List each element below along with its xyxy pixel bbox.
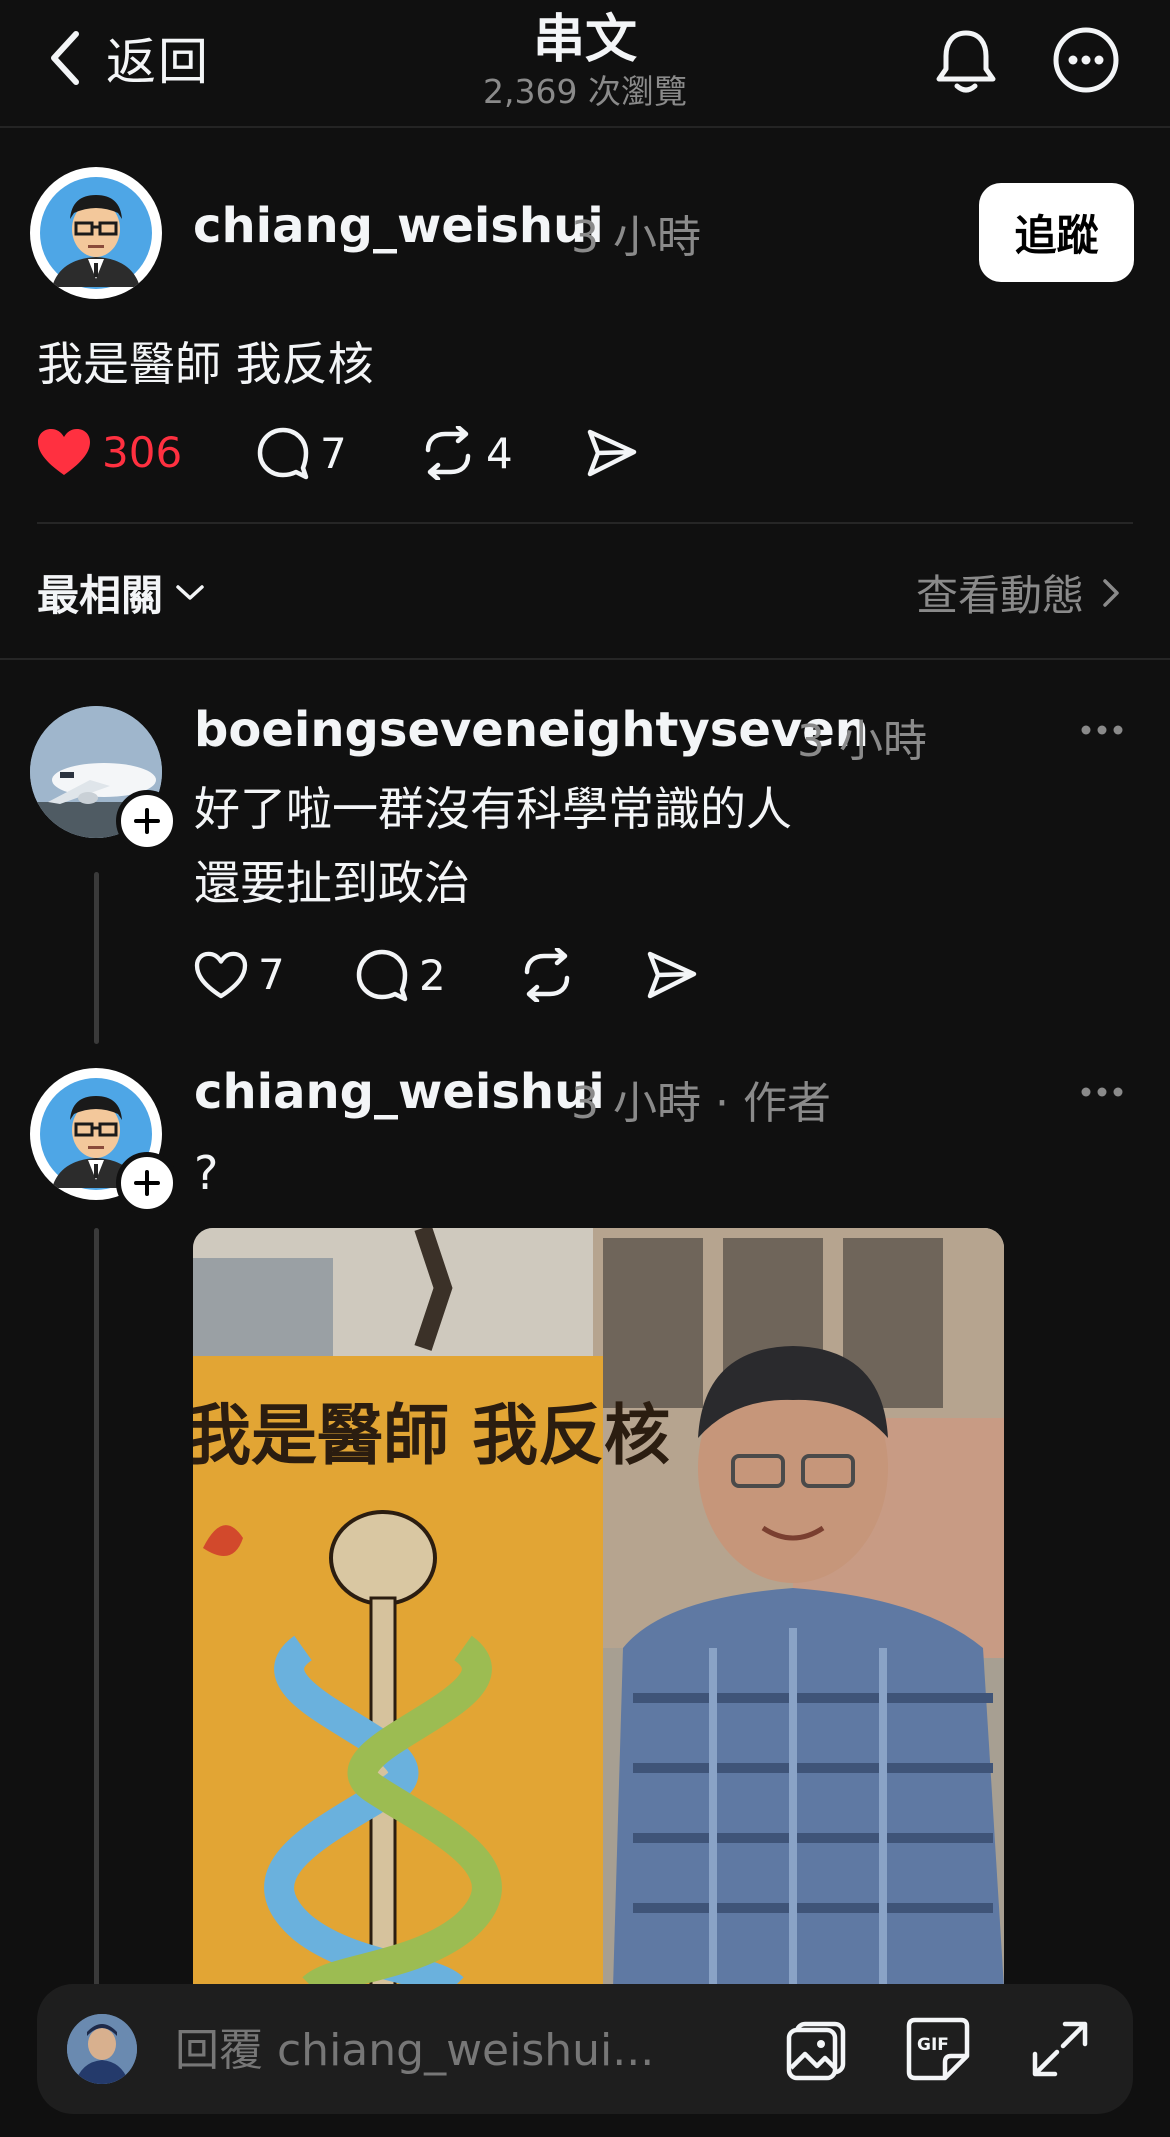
reply-time: 3 小時 — [571, 1078, 701, 1129]
like-count: 7 — [258, 950, 285, 999]
heart-icon — [38, 429, 90, 475]
share-icon — [587, 429, 637, 477]
repost-icon — [425, 426, 471, 480]
post-time: 3 小時 — [571, 212, 701, 263]
comment-icon — [257, 427, 309, 480]
top-bar: 返回 串文 2,369 次瀏覽 — [0, 0, 1170, 128]
repost-button[interactable] — [519, 948, 575, 1002]
sort-label: 最相關 — [37, 571, 164, 620]
sign-text: 我是醫師 我反核 — [193, 1397, 670, 1474]
reply-text-line: 好了啦一群沒有科學常識的人 — [194, 782, 792, 836]
more-dots-icon[interactable] — [1080, 1084, 1124, 1100]
gif-icon[interactable]: GIF — [905, 2016, 971, 2082]
like-count: 306 — [102, 427, 183, 477]
reply-text-line: 還要扯到政治 — [194, 856, 470, 910]
photo-of-man-with-sign: 我是醫師 我反核 — [193, 1228, 1004, 1988]
follow-plus-button[interactable] — [116, 790, 178, 852]
expand-icon[interactable] — [1027, 2016, 1093, 2082]
post-username[interactable]: chiang_weishui — [193, 198, 604, 254]
reply-input[interactable] — [173, 2016, 757, 2084]
reply-username[interactable]: boeingseveneightyseven — [194, 702, 869, 758]
image-icon[interactable] — [785, 2016, 851, 2082]
thread-line — [94, 1228, 99, 2008]
more-circle-icon[interactable] — [1052, 26, 1120, 94]
my-avatar — [67, 2014, 137, 2084]
sort-bar: 最相關 查看動態 — [0, 520, 1170, 660]
follow-plus-button[interactable] — [116, 1152, 178, 1214]
repost-icon — [524, 948, 570, 1002]
comment-count: 2 — [419, 950, 446, 1000]
comment-button[interactable]: 2 — [355, 948, 446, 1002]
plus-icon — [134, 1170, 160, 1196]
repost-button[interactable]: 4 — [420, 426, 513, 480]
svg-text:GIF: GIF — [917, 2035, 949, 2055]
repost-count: 4 — [486, 428, 513, 478]
view-activity-link[interactable]: 查看動態 — [916, 562, 1120, 623]
plus-icon — [134, 808, 160, 834]
reply-text: ? — [194, 1146, 219, 1200]
share-button[interactable] — [646, 950, 698, 1000]
share-icon — [647, 951, 697, 999]
chevron-right-icon — [1103, 578, 1119, 607]
comment-count: 7 — [320, 428, 347, 478]
share-button[interactable] — [586, 428, 638, 478]
chevron-down-icon — [176, 584, 204, 600]
reply-time: 3 小時 — [797, 716, 927, 767]
activity-label: 查看動態 — [915, 571, 1084, 620]
heart-icon — [194, 951, 248, 998]
reply-time-author: 3 小時 · 作者 — [571, 1078, 831, 1129]
avatar-image — [67, 2014, 137, 2084]
more-dots-icon[interactable] — [1080, 722, 1124, 738]
author-tag: 作者 — [742, 1078, 831, 1129]
post-text: 我是醫師 我反核 — [37, 337, 374, 391]
reply-text: 好了啦一群沒有科學常識的人 還要扯到政治 — [194, 772, 792, 920]
like-button[interactable]: 7 — [194, 950, 285, 999]
reply-image[interactable]: 我是醫師 我反核 — [193, 1228, 1004, 1988]
sort-dropdown[interactable]: 最相關 — [37, 562, 205, 623]
comment-icon — [356, 949, 408, 1002]
thread-line — [94, 872, 99, 1044]
follow-button[interactable]: 追蹤 — [979, 183, 1134, 282]
avatar[interactable] — [30, 167, 162, 299]
reply-username[interactable]: chiang_weishui — [194, 1064, 605, 1120]
comment-button[interactable]: 7 — [256, 426, 347, 480]
reply-composer: GIF — [37, 1984, 1133, 2114]
bell-icon[interactable] — [934, 27, 998, 95]
avatar-image — [32, 169, 160, 297]
like-button[interactable]: 306 — [36, 427, 182, 477]
